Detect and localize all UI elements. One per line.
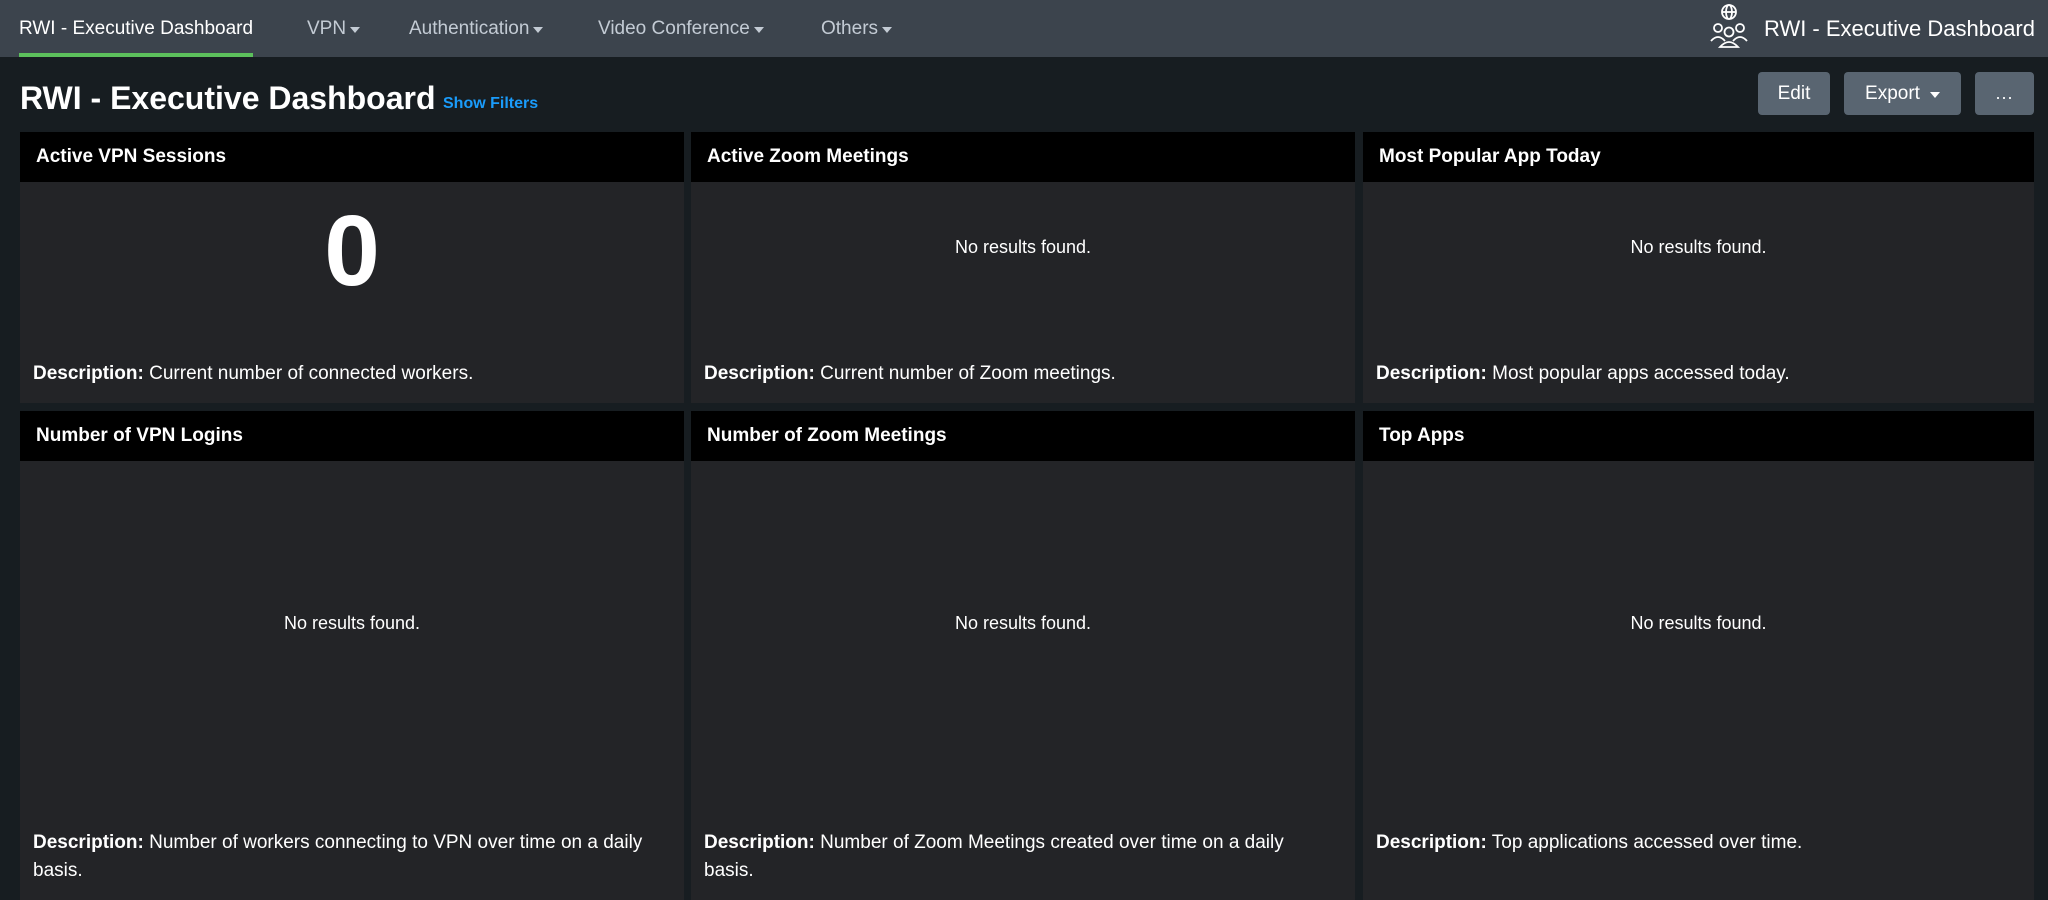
app-branding: RWI - Executive Dashboard — [1710, 0, 2035, 57]
panel-description: Description: Top applications accessed o… — [1376, 829, 2010, 857]
nav-menu-video-conference[interactable]: Video Conference — [598, 0, 764, 57]
panel-number-of-vpn-logins: Number of VPN Logins No results found. D… — [20, 411, 684, 900]
more-actions-button[interactable]: ... — [1975, 72, 2034, 115]
nav-menu-label: Video Conference — [598, 17, 750, 39]
chevron-down-icon — [533, 26, 544, 33]
nav-tab-executive-dashboard[interactable]: RWI - Executive Dashboard — [19, 0, 254, 57]
panel-number-of-zoom-meetings: Number of Zoom Meetings No results found… — [691, 411, 1355, 900]
panel-description: Description: Number of Zoom Meetings cre… — [704, 829, 1331, 885]
more-actions-label: ... — [1995, 83, 2014, 103]
panel-active-vpn-sessions: Active VPN Sessions 0 Description: Curre… — [20, 132, 684, 403]
description-text: Most popular apps accessed today. — [1492, 363, 1790, 384]
nav-menu-authentication[interactable]: Authentication — [409, 0, 544, 57]
chevron-down-icon — [1929, 91, 1940, 98]
chevron-down-icon — [882, 26, 893, 33]
panel-description: Description: Most popular apps accessed … — [1376, 360, 2010, 388]
no-results-message: No results found. — [1630, 237, 1767, 257]
description-text: Top applications accessed over time. — [1491, 832, 1803, 853]
page-title: RWI - Executive Dashboard — [20, 80, 436, 116]
panel-active-zoom-meetings: Active Zoom Meetings No results found. D… — [691, 132, 1355, 403]
nav-menu-label: Others — [821, 17, 879, 39]
panel-top-apps: Top Apps No results found. Description: … — [1363, 411, 2034, 900]
panel-title: Active Zoom Meetings — [691, 132, 1355, 182]
users-globe-icon — [1710, 3, 1748, 54]
export-button[interactable]: Export — [1844, 72, 1961, 115]
description-label: Description: — [33, 363, 144, 384]
nav-menu-others[interactable]: Others — [821, 0, 893, 57]
show-filters-link[interactable]: Show Filters — [443, 95, 538, 113]
no-results-message: No results found. — [954, 237, 1092, 257]
panel-title: Most Popular App Today — [1363, 132, 2034, 182]
description-label: Description: — [704, 363, 815, 384]
panel-description: Description: Current number of connected… — [33, 360, 660, 388]
nav-tab-label: RWI - Executive Dashboard — [19, 17, 254, 39]
panel-title: Number of VPN Logins — [20, 411, 684, 461]
description-label: Description: — [1376, 832, 1487, 853]
nav-menu-vpn[interactable]: VPN — [307, 0, 361, 57]
no-results-message: No results found. — [1630, 613, 1767, 633]
export-button-label: Export — [1865, 82, 1920, 104]
description-text: Current number of connected workers. — [149, 363, 474, 384]
panel-title: Top Apps — [1363, 411, 2034, 461]
single-value: 0 — [324, 195, 380, 307]
app-title: RWI - Executive Dashboard — [1763, 15, 2035, 41]
nav-menu-label: VPN — [307, 17, 347, 39]
panel-description: Description: Current number of Zoom meet… — [704, 360, 1331, 388]
chevron-down-icon — [350, 26, 361, 33]
description-label: Description: — [33, 832, 144, 853]
description-label: Description: — [1376, 363, 1487, 384]
top-navigation: RWI - Executive Dashboard VPN Authentica… — [0, 0, 2048, 57]
chevron-down-icon — [753, 26, 764, 33]
panel-description: Description: Number of workers connectin… — [33, 829, 660, 885]
edit-button[interactable]: Edit — [1758, 72, 1830, 115]
panel-most-popular-app-today: Most Popular App Today No results found.… — [1363, 132, 2034, 403]
description-label: Description: — [704, 832, 815, 853]
nav-menu-label: Authentication — [409, 17, 530, 39]
no-results-message: No results found. — [283, 613, 421, 633]
panel-title: Number of Zoom Meetings — [691, 411, 1355, 461]
edit-button-label: Edit — [1777, 82, 1811, 104]
no-results-message: No results found. — [954, 613, 1092, 633]
description-text: Current number of Zoom meetings. — [820, 363, 1116, 384]
panel-title: Active VPN Sessions — [20, 132, 684, 182]
